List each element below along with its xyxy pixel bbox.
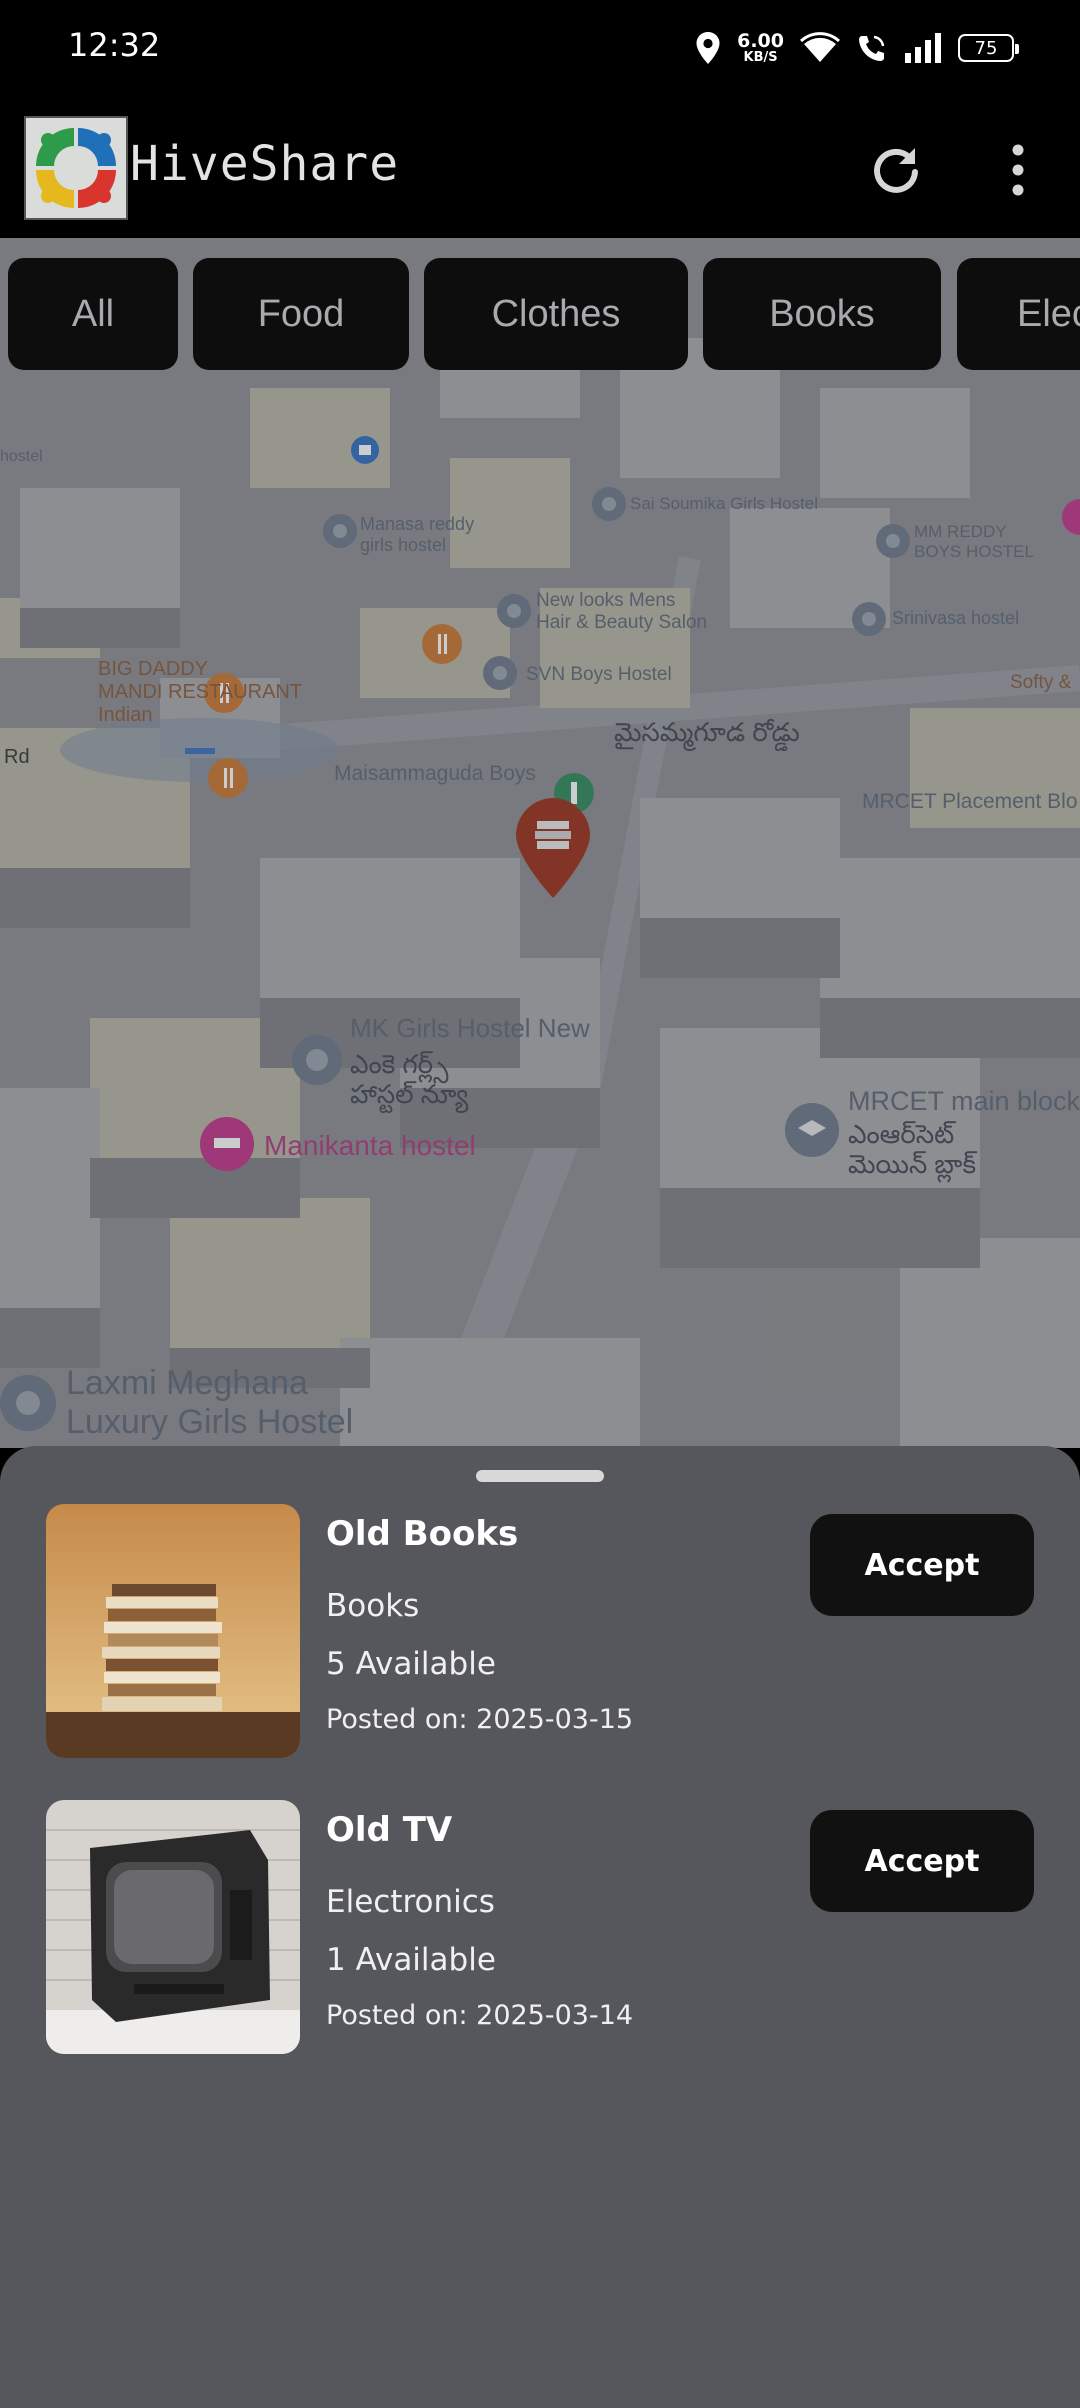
- chip-food[interactable]: Food: [193, 258, 409, 370]
- item-posted-date: Posted on: 2025-03-15: [326, 1704, 634, 1735]
- map-pin-icon[interactable]: [292, 1035, 342, 1085]
- map-buildings: [0, 238, 1080, 1448]
- chip-all[interactable]: All: [8, 258, 178, 370]
- list-item[interactable]: Old TV Electronics 1 Available Posted on…: [0, 1800, 1080, 2060]
- map-label: ఎంఆర్‌సెట్ మెయిన్ బ్లాక్: [848, 1119, 977, 1179]
- more-options-button[interactable]: [1000, 140, 1036, 200]
- map-school-icon[interactable]: [785, 1103, 839, 1157]
- network-speed-value: 6.00: [737, 30, 784, 52]
- map-pin-icon[interactable]: [852, 602, 886, 636]
- app-title: HiveShare: [130, 136, 400, 192]
- refresh-button[interactable]: [866, 140, 926, 200]
- category-filter-chips: All Food Clothes Books Elec: [0, 258, 1080, 372]
- map-label: Sai Soumika Girls Hostel: [630, 494, 819, 513]
- map-pin-icon[interactable]: [323, 514, 357, 548]
- item-name: Old Books: [326, 1514, 519, 1554]
- map-pin-icon[interactable]: [0, 1375, 56, 1431]
- map-label: Laxmi Meghana Luxury Girls Hostel: [66, 1364, 354, 1442]
- map-label: Manikanta hostel: [264, 1130, 476, 1161]
- list-item[interactable]: Old Books Books 5 Available Posted on: 2…: [0, 1504, 1080, 1764]
- map-label: BIG DADDY MANDI RESTAURANT Indian: [98, 658, 303, 726]
- map-label: MRCET main block: [848, 1086, 1080, 1116]
- status-icons: 6.00 KB/S 75: [695, 24, 1019, 72]
- map-shop-icon[interactable]: [351, 436, 379, 464]
- network-speed: 6.00 KB/S: [737, 30, 784, 65]
- wifi-icon: [800, 32, 840, 62]
- refresh-icon: [874, 148, 918, 193]
- chip-electronics[interactable]: Elec: [957, 258, 1080, 370]
- map-label: MK Girls Hostel New: [350, 1013, 590, 1043]
- item-category: Electronics: [326, 1884, 495, 1920]
- map-label: Maisammaguda Boys: [334, 762, 536, 785]
- map-label: Softy &: [1010, 672, 1072, 693]
- chip-books[interactable]: Books: [703, 258, 941, 370]
- map-hotel-icon[interactable]: [200, 1117, 254, 1171]
- more-vert-icon: [1012, 144, 1024, 196]
- item-name: Old TV: [326, 1810, 453, 1850]
- battery-icon: 75: [958, 34, 1019, 62]
- map-food-icon[interactable]: [422, 624, 462, 664]
- map-label: hostel: [0, 448, 43, 465]
- item-availability: 5 Available: [326, 1646, 496, 1682]
- network-speed-unit: KB/S: [743, 50, 778, 65]
- item-category: Books: [326, 1588, 420, 1624]
- status-bar: 12:32 6.00 KB/S 75: [0, 0, 1080, 96]
- map-label: MM REDDY BOYS HOSTEL: [914, 522, 1034, 561]
- item-posted-date: Posted on: 2025-03-14: [326, 2000, 634, 2031]
- status-time: 12:32: [68, 26, 161, 64]
- app-logo-icon: [24, 116, 128, 220]
- map-label: మైసమ్మగూడ రోడ్డు: [614, 717, 800, 747]
- wifi-call-icon: [859, 35, 885, 61]
- app-bar: HiveShare: [0, 96, 1080, 238]
- map-label: ఎంకె గర్ల్స్ హాస్టల్ న్యూ: [350, 1049, 469, 1109]
- map-label: Manasa reddy girls hostel: [360, 514, 475, 555]
- map-label: SVN Boys Hostel: [526, 664, 672, 685]
- map-label: New looks Mens Hair & Beauty Salon: [536, 590, 708, 633]
- items-bottom-sheet[interactable]: Old Books Books 5 Available Posted on: 2…: [0, 1446, 1080, 2408]
- item-thumbnail-books: [46, 1504, 300, 1758]
- map-label: MRCET Placement Blo: [862, 790, 1078, 813]
- map-pin-icon[interactable]: [876, 524, 910, 558]
- map-view[interactable]: BIG DADDY MANDI RESTAURANT Indian Rd hoste…: [0, 238, 1080, 1448]
- chip-clothes[interactable]: Clothes: [424, 258, 688, 370]
- map-label: Rd: [4, 746, 30, 768]
- item-thumbnail-tv: [46, 1800, 300, 2054]
- drag-handle[interactable]: [476, 1470, 604, 1482]
- map-label: Srinivasa hostel: [892, 608, 1020, 628]
- accept-button[interactable]: Accept: [810, 1514, 1034, 1616]
- item-availability: 1 Available: [326, 1942, 496, 1978]
- location-icon: [696, 32, 720, 64]
- map-pin-icon[interactable]: [497, 594, 531, 628]
- map-pin-icon[interactable]: [592, 487, 626, 521]
- map-food-icon[interactable]: [208, 758, 248, 798]
- map-pin-icon[interactable]: [483, 656, 517, 690]
- accept-button[interactable]: Accept: [810, 1810, 1034, 1912]
- signal-icon: [905, 33, 941, 63]
